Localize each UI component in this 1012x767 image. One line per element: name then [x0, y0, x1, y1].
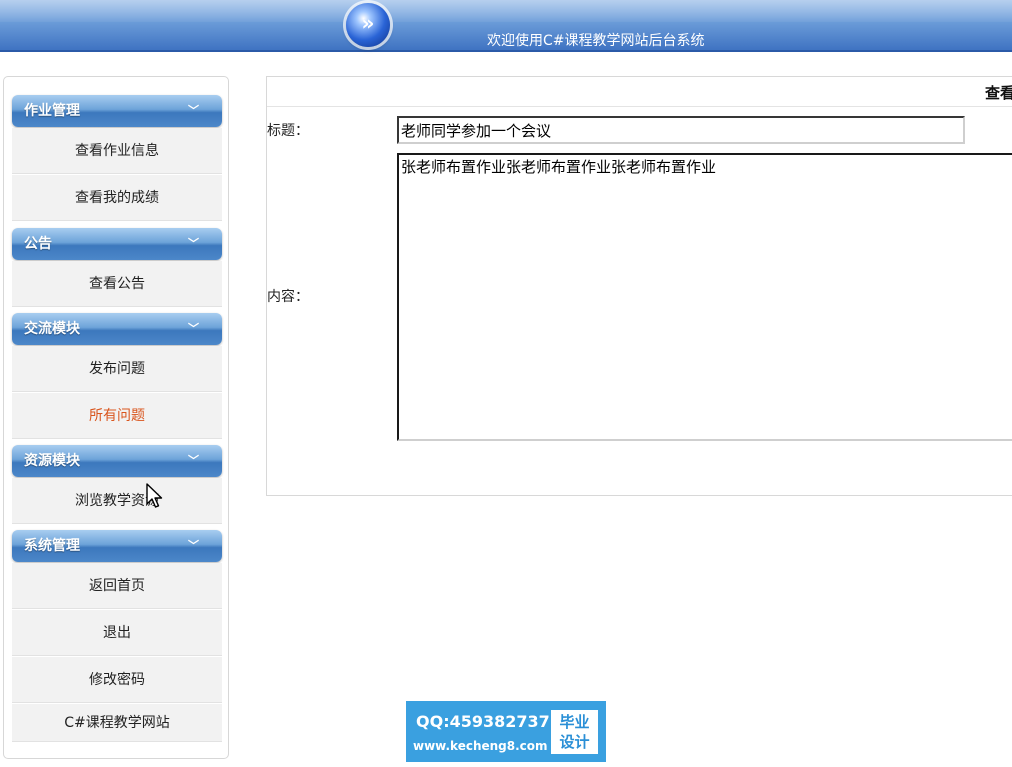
- sidebar-item-logout[interactable]: 退出: [12, 610, 222, 656]
- badge-line-2: 设计: [559, 733, 590, 751]
- sidebar-item-view-homework[interactable]: 查看作业信息: [12, 128, 222, 174]
- banner-shine: [0, 0, 1012, 22]
- sidebar-item-course-site[interactable]: C#课程教学网站: [12, 704, 222, 742]
- title-field[interactable]: [397, 116, 965, 144]
- group-title: 系统管理: [24, 538, 80, 554]
- logo-arrow-icon[interactable]: »: [346, 3, 390, 47]
- sidebar: 作业管理 ﹀ 查看作业信息 查看我的成绩 公告 ﹀ 查看公告 交流模块 ﹀ 发布…: [3, 76, 229, 759]
- title-label: 标题：: [267, 123, 309, 139]
- sidebar-item-browse-resources[interactable]: 浏览教学资源: [12, 478, 222, 524]
- sidebar-item-home[interactable]: 返回首页: [12, 563, 222, 609]
- watermark-badge: 毕业 设计: [551, 710, 598, 754]
- sidebar-item-post-question[interactable]: 发布问题: [12, 346, 222, 392]
- sidebar-group-homework[interactable]: 作业管理 ﹀: [12, 95, 222, 127]
- group-title: 作业管理: [24, 103, 80, 119]
- panel-header: 查看: [267, 77, 1012, 107]
- sidebar-item-all-questions[interactable]: 所有问题: [12, 393, 222, 439]
- panel-title: 查看: [985, 84, 1012, 102]
- watermark-banner: QQ:459382737 www.kecheng8.com 毕业 设计: [406, 701, 606, 762]
- chevron-down-icon: ﹀: [188, 104, 199, 117]
- watermark-url: www.kecheng8.com: [413, 739, 548, 753]
- watermark-qq: QQ:459382737: [416, 712, 550, 731]
- sidebar-group-forum[interactable]: 交流模块 ﹀: [12, 313, 222, 345]
- content-field[interactable]: 张老师布置作业张老师布置作业张老师布置作业: [397, 153, 1012, 441]
- group-title: 公告: [24, 236, 52, 252]
- sidebar-group-notice[interactable]: 公告 ﹀: [12, 228, 222, 260]
- group-title: 资源模块: [24, 453, 80, 469]
- chevron-down-icon: ﹀: [188, 322, 199, 335]
- sidebar-group-resources[interactable]: 资源模块 ﹀: [12, 445, 222, 477]
- sidebar-item-my-grades[interactable]: 查看我的成绩: [12, 175, 222, 221]
- sidebar-item-view-notice[interactable]: 查看公告: [12, 261, 222, 307]
- group-title: 交流模块: [24, 321, 80, 337]
- chevron-down-icon: ﹀: [188, 237, 199, 250]
- top-banner: » 欢迎使用C#课程教学网站后台系统: [0, 0, 1012, 52]
- chevron-down-icon: ﹀: [188, 539, 199, 552]
- site-title: 欢迎使用C#课程教学网站后台系统: [487, 33, 705, 49]
- content-label: 内容：: [267, 289, 309, 305]
- detail-panel: 查看 标题： 内容： 张老师布置作业张老师布置作业张老师布置作业: [266, 76, 1012, 496]
- badge-line-1: 毕业: [559, 713, 590, 731]
- chevron-down-icon: ﹀: [188, 454, 199, 467]
- sidebar-item-change-password[interactable]: 修改密码: [12, 657, 222, 703]
- sidebar-group-system[interactable]: 系统管理 ﹀: [12, 530, 222, 562]
